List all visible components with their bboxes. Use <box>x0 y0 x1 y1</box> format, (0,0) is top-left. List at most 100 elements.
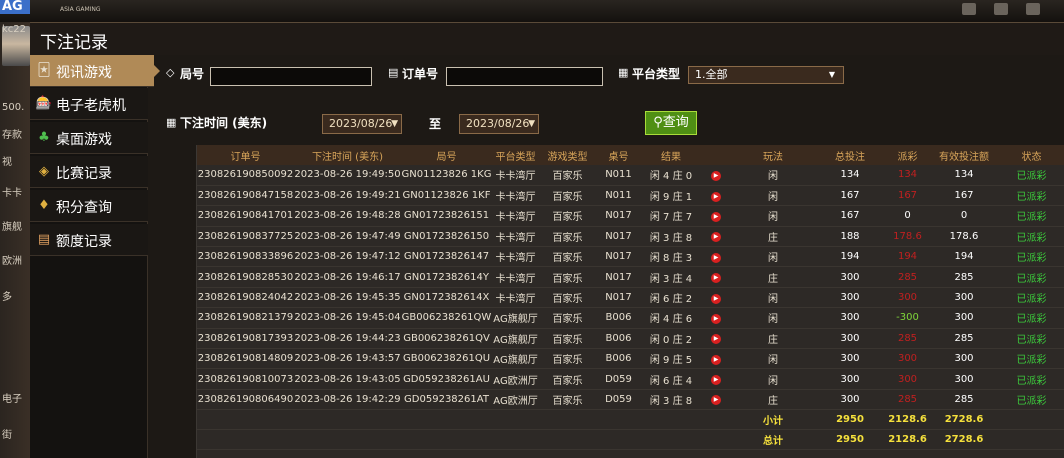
sidebar-item-match-records[interactable]: ◈ 比赛记录 <box>30 156 148 188</box>
game-type-cell: 百家乐 <box>552 395 583 407</box>
replay-cell[interactable]: ▶ <box>701 267 731 287</box>
table-number-cell: D059 <box>605 393 632 405</box>
query-button-label: 查询 <box>662 115 689 130</box>
replay-cell[interactable]: ▶ <box>701 389 731 409</box>
date-from-picker[interactable]: 2023/08/26 ▼ <box>322 114 402 134</box>
replay-cell[interactable]: ▶ <box>701 369 731 389</box>
play-video-icon[interactable]: ▶ <box>711 375 721 386</box>
chevron-down-icon: ▼ <box>391 119 398 129</box>
valid-bet-cell: 134 <box>954 169 974 181</box>
platform-cell: AG旗舰厅 <box>493 334 538 346</box>
table-row: 230826190850092 2023-08-26 19:49:50 GN0112… <box>197 165 1064 186</box>
sidebar-item-label: 视讯游戏 <box>56 65 112 81</box>
replay-cell[interactable]: ▶ <box>701 328 731 348</box>
valid-bet-cell: 178.6 <box>949 230 979 242</box>
table-row: 230826190806490 2023-08-26 19:42:29 GD0592… <box>197 389 1064 410</box>
status-cell: 已派彩 <box>1016 355 1047 367</box>
play-video-icon[interactable]: ▶ <box>711 191 721 202</box>
play-video-icon[interactable]: ▶ <box>711 354 721 365</box>
platform-cell: AG旗舰厅 <box>493 314 538 326</box>
chevron-down-icon: ▼ <box>528 119 535 129</box>
bg-text: 卡卡 <box>2 188 22 199</box>
sidebar-item-live-games[interactable]: 🃏 视讯游戏 <box>30 55 160 87</box>
replay-cell[interactable]: ▶ <box>701 247 731 267</box>
tag-icon: ◇ <box>166 66 175 79</box>
bet-time-cell: 2023-08-26 19:42:29 <box>294 393 401 405</box>
table-number-cell: N011 <box>605 190 632 202</box>
payout-cell: 0 <box>904 210 911 222</box>
play-video-icon[interactable]: ▶ <box>711 252 721 263</box>
result-cell: 闲 6 庄 4 <box>649 375 693 387</box>
total-bet-cell: 167 <box>840 210 860 222</box>
table-row: 230826190824042 2023-08-26 19:45:35 GN0172… <box>197 287 1064 308</box>
round-number-cell: GB006238261QW <box>401 312 492 324</box>
bet-time-cell: 2023-08-26 19:49:50 <box>294 169 401 181</box>
payout-cell: 285 <box>897 271 918 283</box>
result-cell: 闲 3 庄 4 <box>649 273 693 285</box>
replay-cell[interactable]: ▶ <box>701 287 731 307</box>
column-header <box>701 145 731 165</box>
result-cell: 闲 9 庄 1 <box>649 192 693 204</box>
result-cell: 闲 0 庄 2 <box>649 334 693 346</box>
calendar-icon: ▦ <box>166 116 177 129</box>
table-number-cell: N017 <box>605 292 632 304</box>
bet-time-cell: 2023-08-26 19:46:17 <box>294 271 401 283</box>
sidebar-item-slots[interactable]: 🎰 电子老虎机 <box>30 88 148 120</box>
replay-cell[interactable]: ▶ <box>701 308 731 328</box>
date-to-picker[interactable]: 2023/08/26 ▼ <box>459 114 539 134</box>
round-label: 局号 <box>180 67 205 81</box>
bg-text: 存款 <box>2 130 22 141</box>
bg-text: 街 <box>2 430 12 441</box>
sidebar-item-points[interactable]: ♦ 积分查询 <box>30 190 148 222</box>
ag-logo-subtitle: ASIA GAMING <box>60 6 101 13</box>
column-header: 局号 <box>436 151 457 163</box>
order-number-cell: 230826190817393 <box>197 332 294 344</box>
table-number-cell: D059 <box>605 373 632 385</box>
bet-type-cell: 闲 <box>768 192 778 204</box>
column-header: 下注时间 (美东) <box>312 151 383 163</box>
platform-label: 平台类型 <box>632 67 681 81</box>
replay-cell[interactable]: ▶ <box>701 349 731 369</box>
order-input[interactable] <box>446 67 603 86</box>
total-payout: 2128.6 <box>888 434 927 446</box>
query-button[interactable]: ⚲查询 <box>645 111 697 135</box>
sidebar-item-table-games[interactable]: ♣ 桌面游戏 <box>30 122 148 154</box>
round-number-cell: GN01123826 1KF <box>402 190 491 202</box>
replay-cell[interactable]: ▶ <box>701 206 731 226</box>
game-type-cell: 百家乐 <box>552 273 583 285</box>
total-bet-cell: 300 <box>840 292 860 304</box>
replay-cell[interactable]: ▶ <box>701 226 731 246</box>
result-cell: 闲 4 庄 6 <box>649 314 693 326</box>
list-icon: ▦ <box>618 66 629 79</box>
total-bet-cell: 300 <box>840 373 860 385</box>
play-video-icon[interactable]: ▶ <box>711 313 721 324</box>
play-video-icon[interactable]: ▶ <box>711 395 721 406</box>
play-video-icon[interactable]: ▶ <box>711 293 721 304</box>
valid-bet-cell: 167 <box>954 190 974 202</box>
round-number-cell: GN0172382614Y <box>404 271 489 283</box>
round-input[interactable] <box>210 67 372 86</box>
play-video-icon[interactable]: ▶ <box>711 232 721 243</box>
valid-bet-cell: 300 <box>954 292 974 304</box>
platform-cell: 卡卡湾厅 <box>495 171 536 183</box>
bet-type-cell: 闲 <box>768 355 778 367</box>
order-number-cell: 230826190833896 <box>197 251 294 263</box>
replay-cell[interactable]: ▶ <box>701 185 731 205</box>
bg-text: 视 <box>2 157 12 168</box>
modal-header: 下注记录 <box>30 23 1064 55</box>
valid-bet-cell: 285 <box>954 332 974 344</box>
play-video-icon[interactable]: ▶ <box>711 273 721 284</box>
order-label: 订单号 <box>402 67 439 81</box>
play-video-icon[interactable]: ▶ <box>711 334 721 345</box>
replay-cell[interactable]: ▶ <box>701 165 731 185</box>
platform-cell: 卡卡湾厅 <box>495 294 536 306</box>
platform-select[interactable]: 1.全部 ▼ <box>688 66 844 84</box>
order-number-cell: 230826190806490 <box>197 393 294 405</box>
table-row: 230826190828530 2023-08-26 19:46:17 GN0172… <box>197 267 1064 288</box>
bet-type-cell: 闲 <box>768 294 778 306</box>
table-number-cell: N017 <box>605 210 632 222</box>
play-video-icon[interactable]: ▶ <box>711 170 721 181</box>
sidebar-item-credit-records[interactable]: ▤ 额度记录 <box>30 224 148 256</box>
game-type-cell: 百家乐 <box>552 294 583 306</box>
play-video-icon[interactable]: ▶ <box>711 211 721 222</box>
